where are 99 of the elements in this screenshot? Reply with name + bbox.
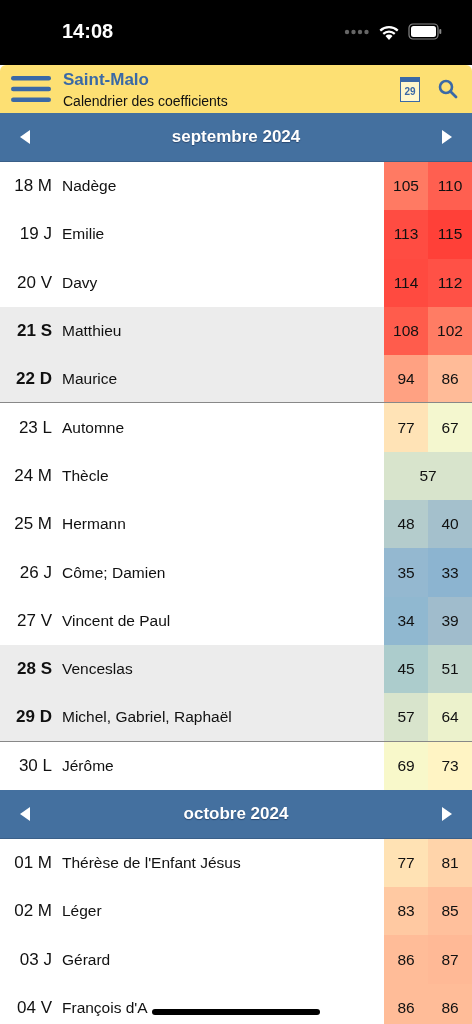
coefficient-cell: 115 xyxy=(428,210,472,259)
coefficient-cell: 112 xyxy=(428,258,472,307)
day-row[interactable]: 19 J Emilie 113 115 xyxy=(0,210,472,259)
previous-month-icon[interactable] xyxy=(19,805,31,822)
coefficient-cell: 86 xyxy=(384,983,428,1024)
coefficient-cell: 81 xyxy=(428,838,472,888)
day-date: 30 L xyxy=(17,755,52,776)
app-subtitle: Calendrier des coefficients xyxy=(63,92,229,109)
saint-name: Hermann xyxy=(62,515,126,534)
coefficient-cell: 110 xyxy=(428,162,472,211)
day-date: 02 M xyxy=(13,901,52,922)
saint-name: Davy xyxy=(62,273,98,292)
coefficient-cell: 86 xyxy=(428,983,472,1024)
status-time: 14:08 xyxy=(62,20,114,43)
day-row[interactable]: 27 V Vincent de Paul 34 39 xyxy=(0,596,472,645)
day-date: 04 V xyxy=(16,997,52,1018)
day-date: 28 S xyxy=(16,659,52,680)
coefficient-cell: 87 xyxy=(428,935,472,984)
day-row[interactable]: 24 M Thècle 57 xyxy=(0,451,472,501)
day-row[interactable]: 02 M Léger 83 85 xyxy=(0,887,472,936)
saint-name: Thérèse de l'Enfant Jésus xyxy=(62,854,241,872)
day-date: 19 J xyxy=(18,224,52,245)
day-row[interactable]: 30 L Jérôme 69 73 xyxy=(0,741,472,790)
coefficient-cell: 86 xyxy=(384,935,428,984)
saint-name: Vincent de Paul xyxy=(62,611,171,630)
day-date: 22 D xyxy=(15,368,52,389)
coefficient-cell: 35 xyxy=(384,548,428,597)
day-date: 29 D xyxy=(15,706,52,727)
day-date: 20 V xyxy=(16,272,52,293)
saint-name: François d'A xyxy=(62,998,148,1017)
day-date: 18 M xyxy=(13,176,52,197)
day-row[interactable]: 22 D Maurice 94 86 xyxy=(0,355,472,404)
day-row[interactable]: 03 J Gérard 86 87 xyxy=(0,935,472,984)
coefficient-cell: 69 xyxy=(384,741,428,790)
day-row[interactable]: 18 M Nadège 105 110 xyxy=(0,162,472,211)
coefficient-cell: 86 xyxy=(428,355,472,403)
coefficient-cell: 85 xyxy=(428,887,472,936)
day-row[interactable]: 25 M Hermann 48 40 xyxy=(0,500,472,549)
coefficient-cell: 48 xyxy=(384,500,428,549)
coefficient-cell: 83 xyxy=(384,887,428,936)
coefficient-cell: 94 xyxy=(384,355,428,403)
coefficient-cell: 51 xyxy=(428,644,472,694)
menu-icon[interactable] xyxy=(11,76,51,102)
coefficient-cell: 77 xyxy=(384,838,428,888)
day-date: 24 M xyxy=(13,465,52,486)
next-month-icon[interactable] xyxy=(441,129,453,145)
coefficient-cell: 34 xyxy=(384,596,428,645)
saint-name: Nadège xyxy=(62,177,117,196)
coefficient-cell: 105 xyxy=(384,162,428,211)
saint-name: Michel, Gabriel, Raphaël xyxy=(62,707,232,726)
day-row[interactable]: 21 S Matthieu 108 102 xyxy=(0,306,472,356)
day-row[interactable]: 29 D Michel, Gabriel, Raphaël 57 64 xyxy=(0,693,472,742)
coefficient-cell: 39 xyxy=(428,596,472,645)
coefficient-cell: 57 xyxy=(384,451,472,501)
coefficient-cell: 108 xyxy=(384,306,428,356)
saint-name: Thècle xyxy=(62,466,109,485)
day-row[interactable]: 04 V François d'A 86 86 xyxy=(0,983,472,1024)
search-icon[interactable] xyxy=(438,79,458,99)
month-title: septembre 2024 xyxy=(171,127,301,147)
coefficient-cell: 73 xyxy=(428,741,472,790)
day-date: 27 V xyxy=(16,610,52,631)
saint-name: Automne xyxy=(62,418,125,437)
saint-name: Emilie xyxy=(62,225,105,244)
next-month-icon[interactable] xyxy=(441,805,453,822)
saint-name: Matthieu xyxy=(62,322,122,341)
coefficient-cell: 67 xyxy=(428,403,472,452)
coefficient-cell: 102 xyxy=(428,306,472,356)
month-title: octobre 2024 xyxy=(183,803,289,824)
battery-icon xyxy=(408,23,442,40)
saint-name: Maurice xyxy=(62,369,118,388)
day-row[interactable]: 26 J Côme; Damien 35 33 xyxy=(0,548,472,597)
day-row[interactable]: 01 M Thérèse de l'Enfant Jésus 77 81 xyxy=(0,838,472,888)
coefficient-cell: 33 xyxy=(428,548,472,597)
coefficient-cell: 40 xyxy=(428,500,472,549)
signal-icon xyxy=(344,28,370,35)
day-row[interactable]: 28 S Venceslas 45 51 xyxy=(0,644,472,694)
coefficient-cell: 113 xyxy=(384,210,428,259)
day-row[interactable]: 23 L Automne 77 67 xyxy=(0,403,472,452)
day-date: 21 S xyxy=(16,321,52,342)
wifi-icon xyxy=(378,23,400,40)
coefficient-cell: 64 xyxy=(428,693,472,741)
day-date: 26 J xyxy=(18,562,52,583)
coefficient-cell: 57 xyxy=(384,693,428,741)
day-row[interactable]: 20 V Davy 114 112 xyxy=(0,258,472,307)
saint-name: Côme; Damien xyxy=(62,563,166,582)
day-date: 23 L xyxy=(17,417,52,438)
app-title: Saint-Malo xyxy=(63,69,150,90)
previous-month-icon[interactable] xyxy=(19,129,31,145)
saint-name: Gérard xyxy=(62,950,111,969)
coefficient-cell: 45 xyxy=(384,644,428,694)
coefficient-cell: 114 xyxy=(384,258,428,307)
saint-name: Venceslas xyxy=(62,660,133,679)
calendar-icon[interactable]: 29 xyxy=(400,76,420,102)
coefficient-cell: 77 xyxy=(384,403,428,452)
saint-name: Léger xyxy=(62,902,102,921)
day-date: 03 J xyxy=(18,949,52,970)
day-date: 01 M xyxy=(13,853,52,873)
day-date: 25 M xyxy=(13,514,52,535)
saint-name: Jérôme xyxy=(62,756,114,775)
